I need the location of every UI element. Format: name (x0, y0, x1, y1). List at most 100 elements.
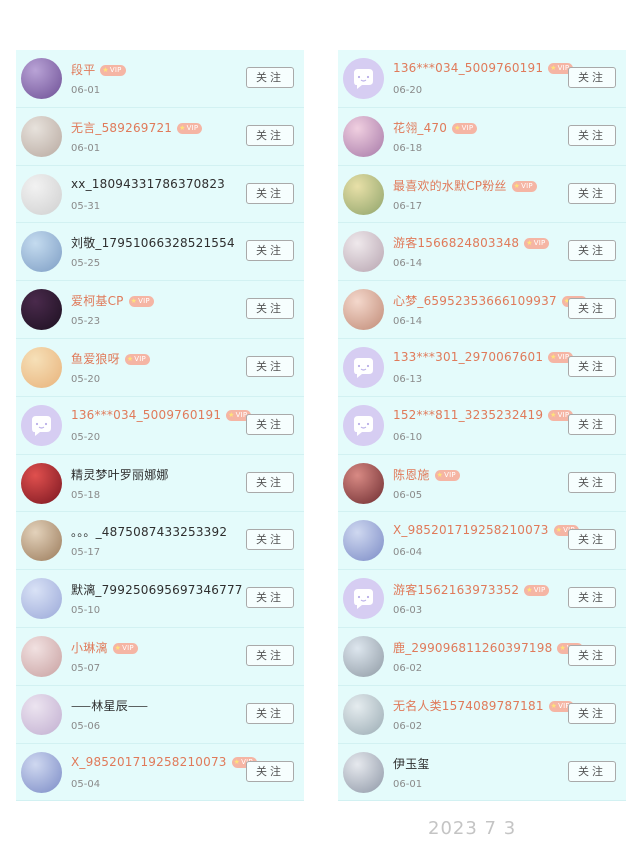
follow-button[interactable]: 关注 (246, 702, 294, 724)
follow-button[interactable]: 关注 (246, 644, 294, 666)
follow-list-item[interactable]: 133***301_2970067601VIP 06-13 关注 (338, 339, 626, 397)
username[interactable]: 。。。_4875087433253392 (71, 523, 227, 540)
follow-list-item[interactable]: ⸺林星辰⸺ 05-06 关注 (16, 686, 304, 744)
follow-button[interactable]: 关注 (568, 529, 616, 551)
username[interactable]: 133***301_2970067601VIP (393, 350, 574, 364)
avatar[interactable] (343, 173, 384, 215)
follow-list-item[interactable]: X_985201719258210073VIP 06-04 关注 (338, 512, 626, 571)
avatar[interactable] (343, 693, 384, 735)
avatar[interactable] (343, 635, 384, 677)
avatar[interactable] (21, 520, 62, 562)
username[interactable]: 伊玉玺 (393, 755, 430, 772)
avatar[interactable] (21, 635, 62, 677)
follow-button[interactable]: 关注 (568, 240, 616, 262)
follow-button[interactable]: 关注 (246, 760, 294, 782)
follow-list-item[interactable]: 136***034_5009760191VIP 06-20 关注 (338, 50, 626, 108)
follow-button[interactable]: 关注 (246, 471, 294, 493)
follow-button[interactable]: 关注 (568, 471, 616, 493)
follow-button[interactable]: 关注 (568, 702, 616, 724)
avatar[interactable] (343, 751, 384, 793)
follow-list-item[interactable]: 刘敬_17951066328521554 05-25 关注 (16, 223, 304, 282)
follow-button[interactable]: 关注 (246, 529, 294, 551)
avatar[interactable] (21, 751, 62, 793)
username[interactable]: 精灵梦叶罗丽娜娜 (71, 466, 169, 483)
follow-list-item[interactable]: X_985201719258210073VIP 05-04 关注 (16, 744, 304, 802)
follow-button[interactable]: 关注 (246, 182, 294, 204)
username[interactable]: 花翎_470 VIP (393, 119, 478, 136)
follow-button[interactable]: 关注 (568, 298, 616, 320)
follow-button[interactable]: 关注 (246, 240, 294, 262)
avatar[interactable] (21, 693, 62, 735)
username[interactable]: 陈恩施 VIP (393, 466, 460, 483)
username[interactable]: ⸺林星辰⸺ (71, 697, 148, 714)
follow-list-item[interactable]: 。。。_4875087433253392 05-17 关注 (16, 512, 304, 571)
follow-list-item[interactable]: 136***034_5009760191VIP 05-20 关注 (16, 397, 304, 455)
username[interactable]: 刘敬_17951066328521554 (71, 234, 235, 251)
follow-list-item[interactable]: 游客1562163973352 VIP 06-03 关注 (338, 570, 626, 628)
username[interactable]: 136***034_5009760191VIP (71, 408, 252, 422)
follow-list-item[interactable]: 默漓_799250695697346777 05-10 关注 (16, 570, 304, 628)
username[interactable]: 136***034_5009760191VIP (393, 61, 574, 75)
username[interactable]: 段平 VIP (71, 61, 126, 78)
avatar[interactable] (343, 58, 384, 99)
avatar[interactable] (21, 346, 62, 388)
avatar[interactable] (343, 578, 384, 620)
follow-button[interactable]: 关注 (568, 760, 616, 782)
avatar[interactable] (343, 231, 384, 273)
follow-list-item[interactable]: 最喜欢的水默CP粉丝 VIP 06-17 关注 (338, 166, 626, 224)
avatar[interactable] (21, 289, 62, 331)
follow-button[interactable]: 关注 (246, 124, 294, 146)
avatar[interactable] (343, 115, 384, 157)
avatar[interactable] (21, 173, 62, 215)
follow-list-item[interactable]: 精灵梦叶罗丽娜娜 05-18 关注 (16, 455, 304, 513)
avatar[interactable] (21, 58, 62, 99)
follow-button[interactable]: 关注 (568, 644, 616, 666)
avatar[interactable] (21, 404, 62, 446)
follow-button[interactable]: 关注 (246, 413, 294, 435)
username[interactable]: 152***811_3235232419VIP (393, 408, 574, 422)
username[interactable]: 爱柯基CP VIP (71, 292, 154, 309)
follow-list-item[interactable]: 爱柯基CP VIP 05-23 关注 (16, 281, 304, 339)
follow-button[interactable]: 关注 (568, 413, 616, 435)
follow-list-item[interactable]: 无名人类1574089787181VIP 06-02 关注 (338, 686, 626, 744)
follow-list-item[interactable]: 游客1566824803348 VIP 06-14 关注 (338, 223, 626, 282)
username[interactable]: 无名人类1574089787181VIP (393, 697, 574, 714)
username[interactable]: xx_18094331786370823 (71, 177, 225, 191)
avatar[interactable] (343, 462, 384, 504)
username[interactable]: 游客1566824803348 VIP (393, 234, 550, 251)
follow-list-item[interactable]: 段平 VIP 06-01 关注 (16, 50, 304, 108)
follow-button[interactable]: 关注 (246, 298, 294, 320)
avatar[interactable] (343, 404, 384, 446)
avatar[interactable] (21, 578, 62, 620)
follow-list-item[interactable]: 心梦_65952353666109937VIP 06-14 关注 (338, 281, 626, 339)
follow-list-item[interactable]: 152***811_3235232419VIP 06-10 关注 (338, 397, 626, 455)
username[interactable]: 最喜欢的水默CP粉丝 VIP (393, 177, 537, 194)
username[interactable]: 无言_589269721 VIP (71, 119, 203, 136)
avatar[interactable] (343, 346, 384, 388)
username[interactable]: X_985201719258210073VIP (393, 523, 579, 537)
follow-button[interactable]: 关注 (568, 67, 616, 88)
follow-list-item[interactable]: 鹿_299096811260397198VIP 06-02 关注 (338, 628, 626, 686)
username[interactable]: 鹿_299096811260397198VIP (393, 639, 583, 656)
username[interactable]: X_985201719258210073VIP (71, 755, 257, 769)
follow-button[interactable]: 关注 (568, 124, 616, 146)
follow-list-item[interactable]: 小琳漓 VIP 05-07 关注 (16, 628, 304, 686)
avatar[interactable] (343, 520, 384, 562)
follow-list-item[interactable]: xx_18094331786370823 05-31 关注 (16, 166, 304, 224)
follow-button[interactable]: 关注 (246, 355, 294, 377)
follow-button[interactable]: 关注 (568, 355, 616, 377)
username[interactable]: 游客1562163973352 VIP (393, 581, 550, 598)
follow-list-item[interactable]: 伊玉玺 06-01 关注 (338, 744, 626, 802)
follow-list-item[interactable]: 花翎_470 VIP 06-18 关注 (338, 108, 626, 166)
username[interactable]: 默漓_799250695697346777 (71, 581, 243, 598)
avatar[interactable] (21, 462, 62, 504)
username[interactable]: 小琳漓 VIP (71, 639, 138, 656)
avatar[interactable] (343, 289, 384, 331)
follow-list-item[interactable]: 无言_589269721 VIP 06-01 关注 (16, 108, 304, 166)
avatar[interactable] (21, 231, 62, 273)
username[interactable]: 心梦_65952353666109937VIP (393, 292, 587, 309)
follow-button[interactable]: 关注 (568, 587, 616, 609)
username[interactable]: 鱼爱狼呀 VIP (71, 350, 150, 367)
follow-button[interactable]: 关注 (568, 182, 616, 204)
follow-button[interactable]: 关注 (246, 587, 294, 609)
